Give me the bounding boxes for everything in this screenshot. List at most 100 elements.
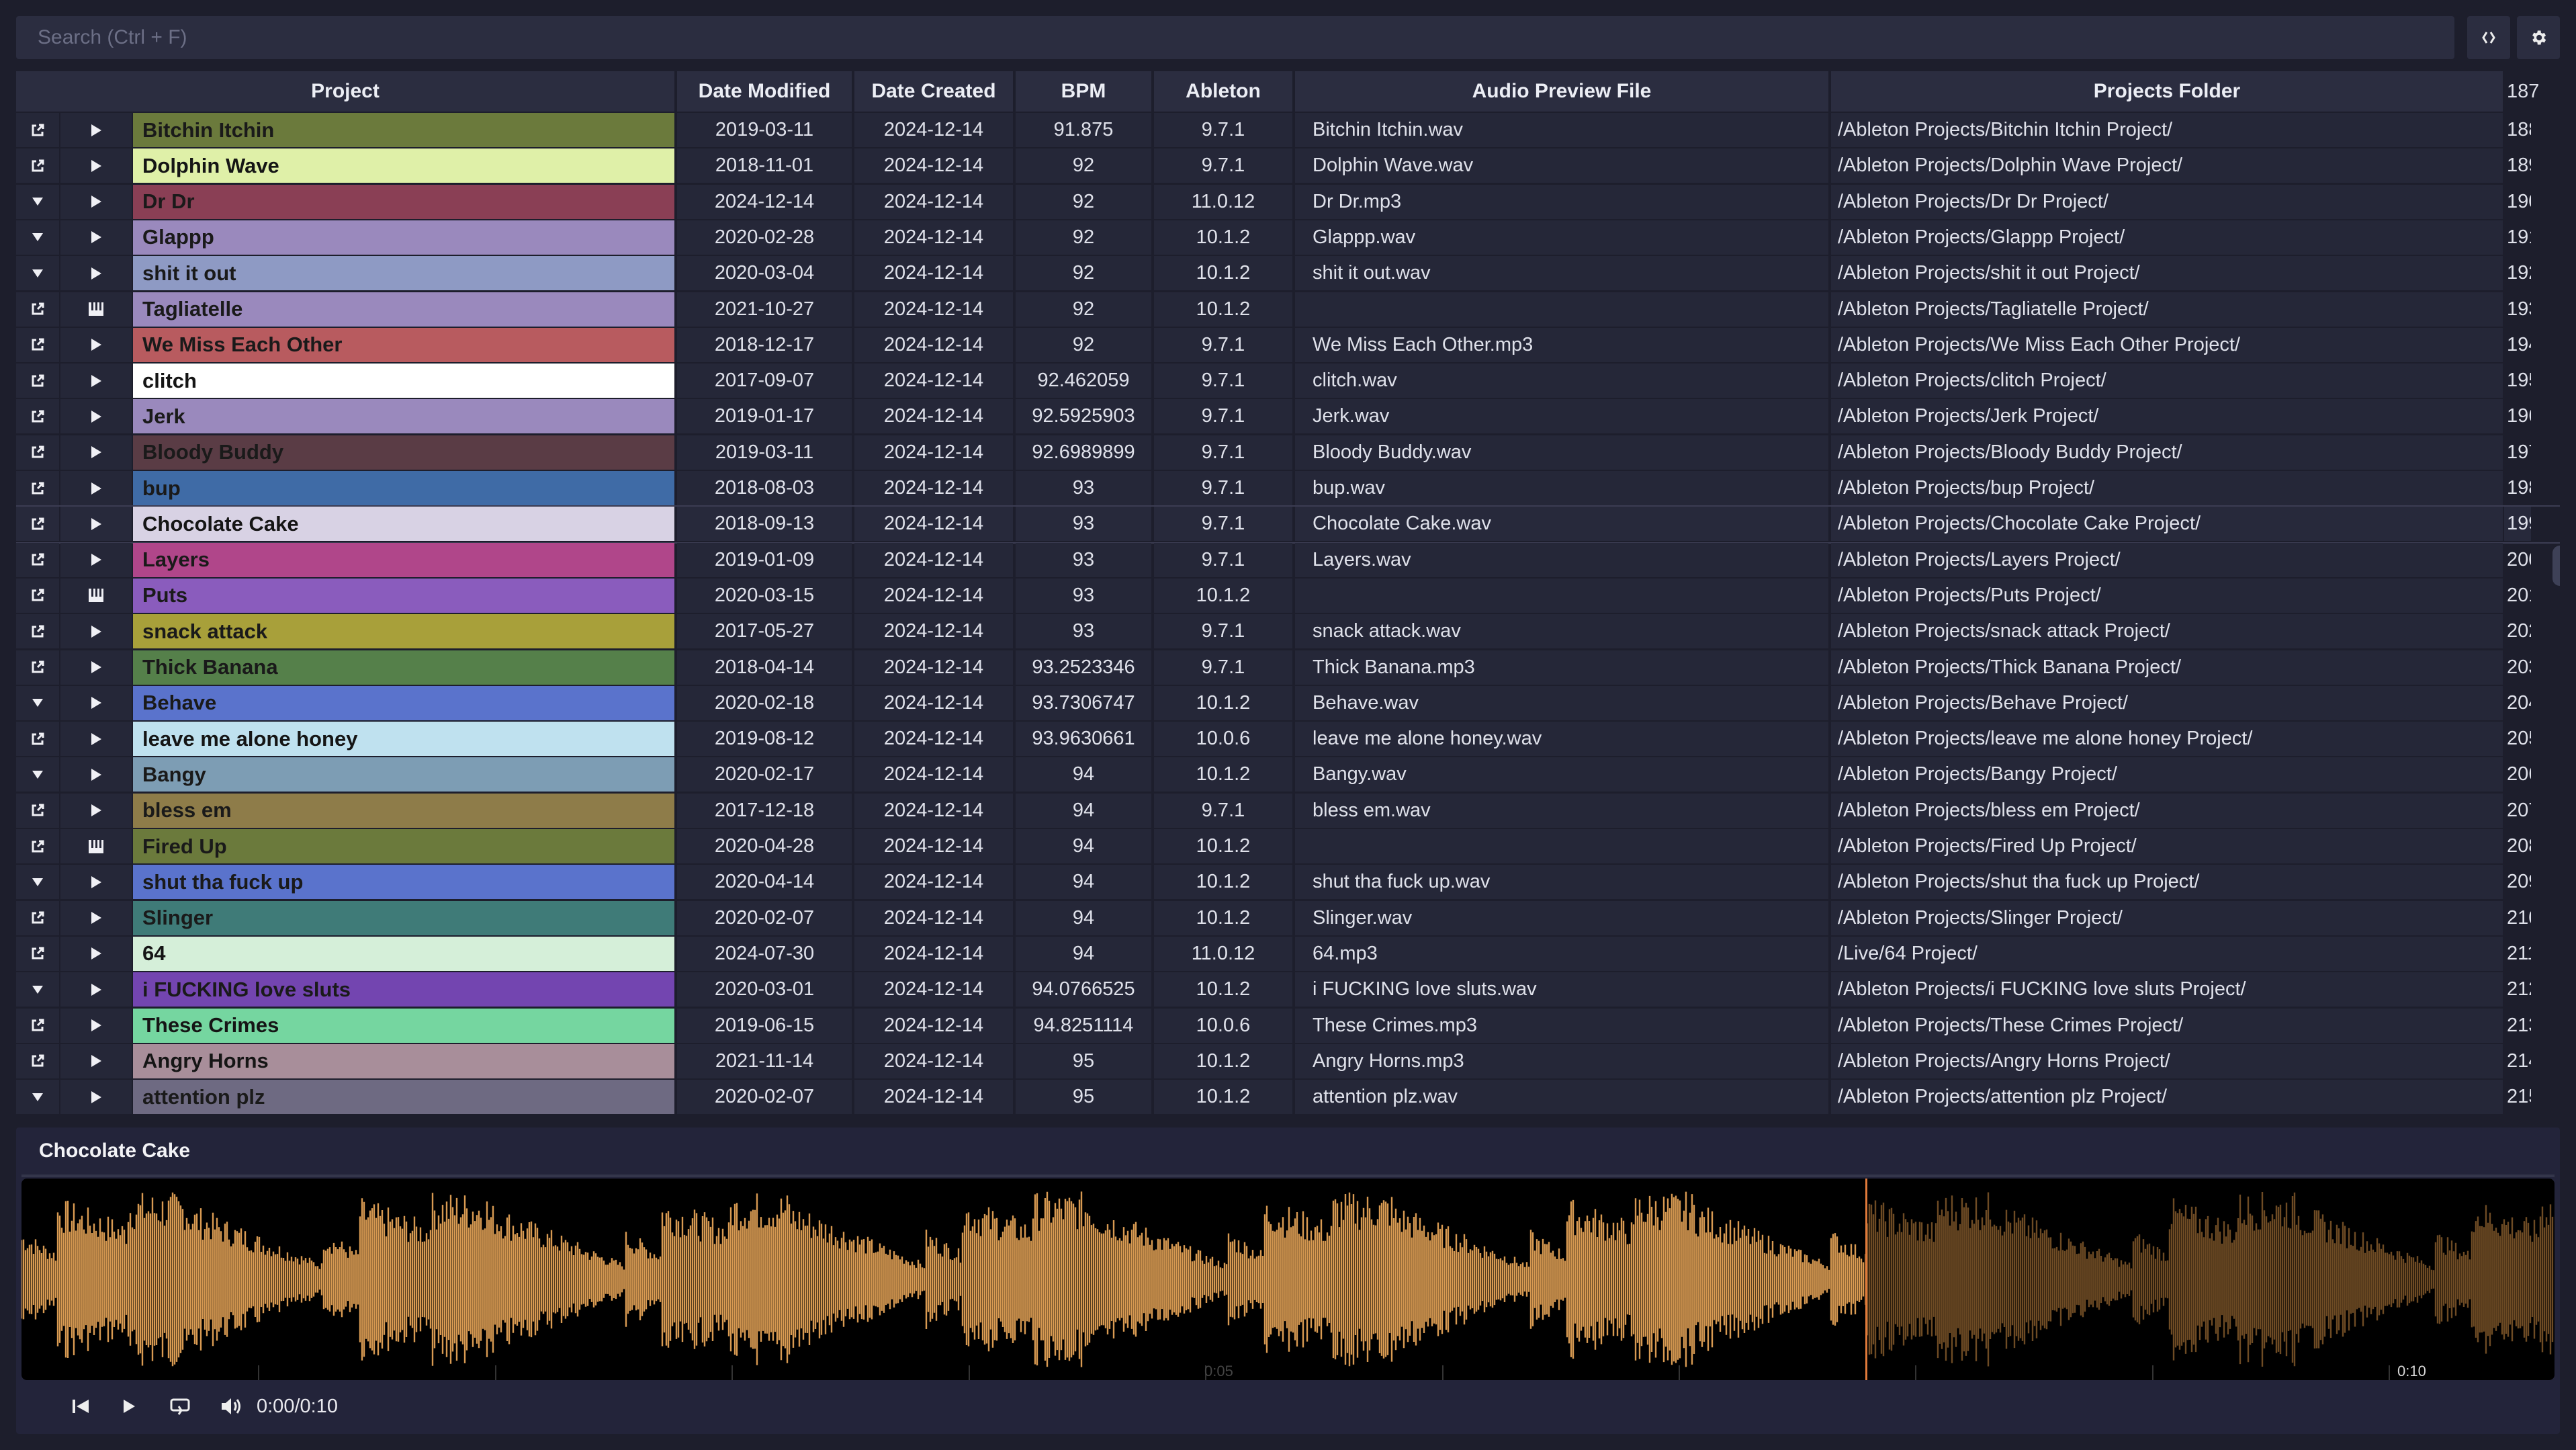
preview-button[interactable]	[60, 757, 132, 792]
open-project-button[interactable]	[16, 829, 59, 863]
table-row[interactable]: Puts 2020-03-15 2024-12-14 93 10.1.2/Ableton…	[16, 578, 2560, 614]
preview-button[interactable]	[60, 507, 132, 542]
open-project-button[interactable]	[16, 900, 59, 935]
table-row[interactable]: Angry Horns 2021-11-14 2024-12-14 95 10.1.2 A…	[16, 1043, 2560, 1080]
open-project-button[interactable]	[16, 793, 59, 828]
open-project-button[interactable]	[16, 1043, 59, 1078]
project-name[interactable]: Fired Up	[133, 829, 674, 863]
open-project-button[interactable]	[16, 1080, 59, 1115]
table-row[interactable]: Fired Up 2020-04-28 2024-12-14 94 10.1.2/Abl…	[16, 829, 2560, 865]
project-name[interactable]: leave me alone honey	[133, 722, 674, 757]
open-project-button[interactable]	[16, 972, 59, 1007]
project-name[interactable]: These Crimes	[133, 1008, 674, 1043]
open-project-button[interactable]	[16, 292, 59, 327]
preview-button[interactable]	[60, 578, 132, 613]
preview-button[interactable]	[60, 900, 132, 935]
table-row[interactable]: 64 2024-07-30 2024-12-14 94 11.0.12 64.mp3/Li…	[16, 936, 2560, 972]
preview-button[interactable]	[60, 936, 132, 971]
open-project-button[interactable]	[16, 113, 59, 147]
code-button[interactable]	[2467, 16, 2510, 59]
open-project-button[interactable]	[16, 184, 59, 219]
table-row[interactable]: Bangy 2020-02-17 2024-12-14 94 10.1.2 Bangy.w…	[16, 757, 2560, 793]
preview-button[interactable]	[60, 1080, 132, 1115]
open-project-button[interactable]	[16, 471, 59, 505]
table-row[interactable]: leave me alone honey 2019-08-12 2024-12-14…	[16, 722, 2560, 757]
preview-button[interactable]	[60, 542, 132, 577]
open-project-button[interactable]	[16, 507, 59, 542]
table-row[interactable]: Jerk 2019-01-17 2024-12-14 92.5925903 9.7.1 J…	[16, 399, 2560, 435]
preview-button[interactable]	[60, 292, 132, 327]
open-project-button[interactable]	[16, 685, 59, 720]
open-project-button[interactable]	[16, 542, 59, 577]
table-row[interactable]: Bloody Buddy 2019-03-11 2024-12-14 92.69898…	[16, 435, 2560, 471]
table-row[interactable]: Layers 2019-01-09 2024-12-14 93 9.7.1 Layers.…	[16, 542, 2560, 579]
project-name[interactable]: Tagliatelle	[133, 292, 674, 327]
header-bpm[interactable]: BPM	[1016, 71, 1151, 112]
preview-button[interactable]	[60, 1043, 132, 1078]
header-projects-folder[interactable]: Projects Folder	[1831, 71, 2503, 112]
preview-button[interactable]	[60, 184, 132, 219]
preview-button[interactable]	[60, 399, 132, 434]
volume-button[interactable]	[212, 1383, 250, 1430]
table-row[interactable]: bup 2018-08-03 2024-12-14 93 9.7.1 bup.wav/Ab…	[16, 471, 2560, 507]
open-project-button[interactable]	[16, 220, 59, 255]
table-row[interactable]: shit it out 2020-03-04 2024-12-14 92 10.1.2 s…	[16, 256, 2560, 292]
table-row[interactable]: attention plz 2020-02-07 2024-12-14 95 10.1.…	[16, 1080, 2560, 1115]
preview-button[interactable]	[60, 327, 132, 362]
project-name[interactable]: Glappp	[133, 220, 674, 255]
preview-button[interactable]	[60, 256, 132, 291]
table-row[interactable]: Bitchin Itchin 2019-03-11 2024-12-14 91.875…	[16, 113, 2560, 148]
open-project-button[interactable]	[16, 1008, 59, 1043]
preview-button[interactable]	[60, 972, 132, 1007]
project-name[interactable]: Bloody Buddy	[133, 435, 674, 470]
project-name[interactable]: Behave	[133, 685, 674, 720]
table-row[interactable]: We Miss Each Other 2018-12-17 2024-12-14 92…	[16, 327, 2560, 364]
header-audio-preview[interactable]: Audio Preview File	[1295, 71, 1828, 112]
preview-button[interactable]	[60, 829, 132, 863]
preview-button[interactable]	[60, 865, 132, 900]
vertical-scrollbar[interactable]	[2552, 546, 2560, 586]
table-row[interactable]: Chocolate Cake 2018-09-13 2024-12-14 93 9.7.…	[16, 505, 2560, 544]
project-name[interactable]: Angry Horns	[133, 1043, 674, 1078]
table-row[interactable]: Dr Dr 2024-12-14 2024-12-14 92 11.0.12 Dr Dr.…	[16, 184, 2560, 220]
open-project-button[interactable]	[16, 327, 59, 362]
project-name[interactable]: bup	[133, 471, 674, 505]
table-row[interactable]: Thick Banana 2018-04-14 2024-12-14 93.25233…	[16, 650, 2560, 686]
project-name[interactable]: Chocolate Cake	[133, 507, 674, 542]
table-row[interactable]: Behave 2020-02-18 2024-12-14 93.7306747 10.1…	[16, 685, 2560, 722]
project-name[interactable]: i FUCKING love sluts	[133, 972, 674, 1007]
open-project-button[interactable]	[16, 364, 59, 398]
project-name[interactable]: bless em	[133, 793, 674, 828]
table-row[interactable]: bless em 2017-12-18 2024-12-14 94 9.7.1 bless…	[16, 793, 2560, 829]
loop-button[interactable]	[161, 1383, 199, 1430]
project-name[interactable]: Bitchin Itchin	[133, 113, 674, 147]
open-project-button[interactable]	[16, 614, 59, 649]
skip-back-button[interactable]	[62, 1383, 99, 1430]
project-name[interactable]: attention plz	[133, 1080, 674, 1115]
open-project-button[interactable]	[16, 435, 59, 470]
waveform[interactable]: 0:05 0:10	[21, 1179, 2555, 1380]
open-project-button[interactable]	[16, 399, 59, 434]
open-project-button[interactable]	[16, 722, 59, 757]
table-row[interactable]: Tagliatelle 2021-10-27 2024-12-14 92 10.1.2 /…	[16, 292, 2560, 328]
preview-button[interactable]	[60, 793, 132, 828]
header-ableton[interactable]: Ableton	[1154, 71, 1292, 112]
project-name[interactable]: Thick Banana	[133, 650, 674, 685]
preview-button[interactable]	[60, 685, 132, 720]
project-name[interactable]: Puts	[133, 578, 674, 613]
table-row[interactable]: clitch 2017-09-07 2024-12-14 92.462059 9.7.1…	[16, 364, 2560, 399]
table-row[interactable]: snack attack 2017-05-27 2024-12-14 93 9.7.1 s…	[16, 614, 2560, 650]
search-input[interactable]	[16, 16, 2454, 59]
open-project-button[interactable]	[16, 650, 59, 685]
preview-button[interactable]	[60, 650, 132, 685]
settings-button[interactable]	[2517, 16, 2560, 59]
preview-button[interactable]	[60, 1008, 132, 1043]
preview-button[interactable]	[60, 435, 132, 470]
project-name[interactable]: Bangy	[133, 757, 674, 792]
project-name[interactable]: We Miss Each Other	[133, 327, 674, 362]
table-row[interactable]: shut tha fuck up 2020-04-14 2024-12-14 94 10…	[16, 865, 2560, 900]
preview-button[interactable]	[60, 148, 132, 183]
project-name[interactable]: Jerk	[133, 399, 674, 434]
project-name[interactable]: shut tha fuck up	[133, 865, 674, 900]
open-project-button[interactable]	[16, 578, 59, 613]
